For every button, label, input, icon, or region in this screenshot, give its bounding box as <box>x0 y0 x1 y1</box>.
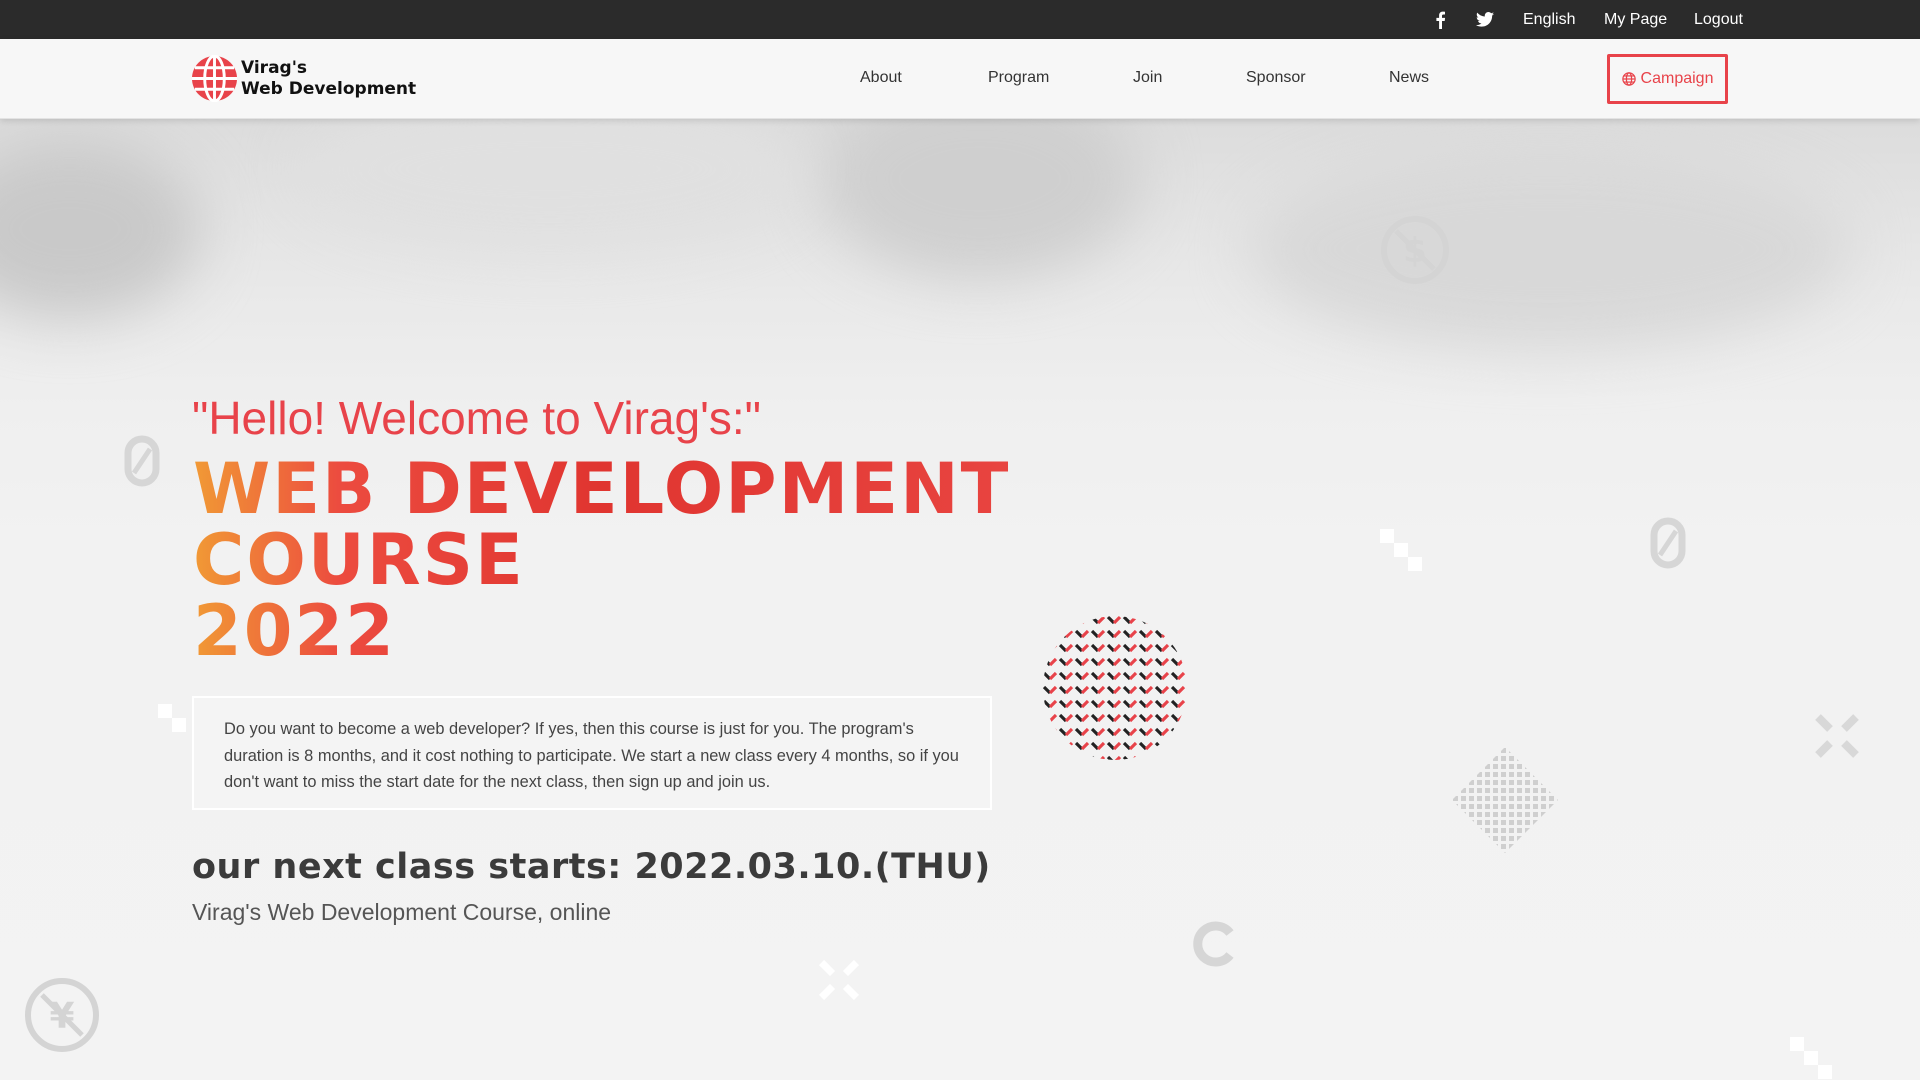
nav-news[interactable]: News <box>1389 69 1429 87</box>
logo-globe-icon <box>191 55 238 102</box>
yen-icon: ¥ <box>25 978 99 1052</box>
campaign-label[interactable]: Campaign <box>1641 70 1714 88</box>
pixel-steps-icon <box>1790 1037 1832 1079</box>
twitter-icon <box>1476 12 1494 27</box>
zero-shape-icon <box>124 435 160 487</box>
top-utility-bar: English My Page Logout <box>0 0 1920 39</box>
course-title-line-2: COURSE <box>193 519 525 601</box>
facebook-link[interactable] <box>1435 0 1446 39</box>
background-photo-blur <box>0 139 200 319</box>
hero-section: $ ¥ <box>0 119 1920 1080</box>
dollar-icon: $ <box>1381 216 1449 284</box>
course-description: Do you want to become a web developer? I… <box>192 696 992 810</box>
logo-line-2: Web Development <box>241 78 417 99</box>
x-shape-icon <box>818 959 860 1001</box>
language-link[interactable]: English <box>1523 0 1575 39</box>
dotted-diamond-pattern <box>1452 747 1558 853</box>
welcome-heading: "Hello! Welcome to Virag's:" <box>192 392 761 444</box>
course-subline: Virag's Web Development Course, online <box>192 899 612 925</box>
main-header: Virag's Web Development About Program Jo… <box>0 39 1920 119</box>
logo-line-1: Virag's <box>241 57 308 78</box>
pixel-steps-icon <box>1380 529 1422 571</box>
nav-sponsor[interactable]: Sponsor <box>1246 69 1306 87</box>
logo-text: Virag's Web Development <box>241 58 416 100</box>
next-class-heading: our next class starts: 2022.03.10.(THU) <box>192 847 991 887</box>
nav-about[interactable]: About <box>860 69 902 87</box>
course-title-line-1: WEB DEVELOPMENT <box>193 448 1011 530</box>
facebook-icon <box>1436 11 1446 29</box>
x-shape-icon <box>1815 714 1859 758</box>
dash-circle-pattern <box>1043 616 1187 760</box>
course-title-line-3: 2022 <box>193 590 396 672</box>
zero-shape-icon <box>1650 517 1686 569</box>
background-photo-blur <box>300 119 800 249</box>
twitter-link[interactable] <box>1476 0 1494 39</box>
course-description-text: Do you want to become a web developer? I… <box>224 720 959 791</box>
nav-join[interactable]: Join <box>1133 69 1162 87</box>
globe-icon <box>1621 72 1636 86</box>
campaign-button[interactable]: Campaign <box>1607 54 1728 104</box>
background-photo-blur <box>1250 149 1850 349</box>
language-label[interactable]: English <box>1523 11 1575 29</box>
my-page-link[interactable]: My Page <box>1604 0 1667 39</box>
logout-label[interactable]: Logout <box>1694 11 1743 29</box>
background-photo-blur <box>820 119 1140 279</box>
logout-link[interactable]: Logout <box>1694 0 1743 39</box>
my-page-label[interactable]: My Page <box>1604 11 1667 29</box>
course-title: WEB DEVELOPMENT COURSE 2022 <box>193 454 1010 667</box>
nav-program[interactable]: Program <box>988 69 1049 87</box>
site-logo[interactable]: Virag's Web Development <box>191 55 416 102</box>
c-shape-icon <box>1193 921 1234 967</box>
